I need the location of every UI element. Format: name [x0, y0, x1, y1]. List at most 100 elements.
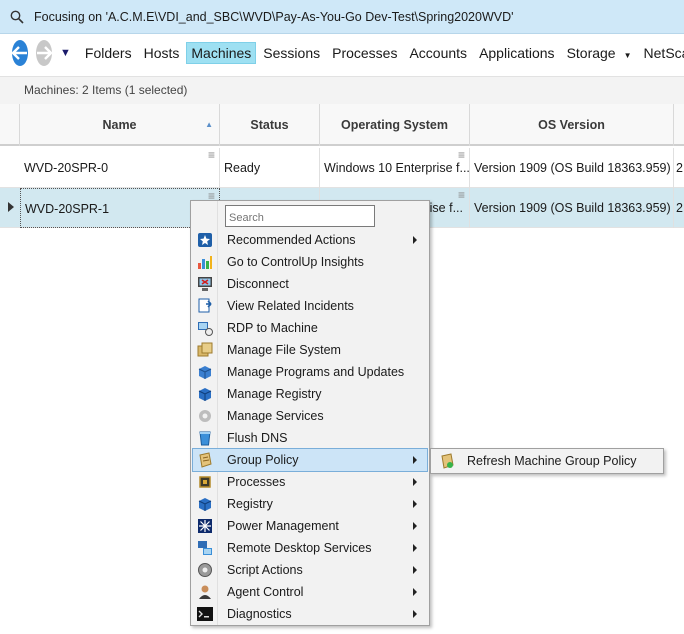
menu-item-insights[interactable]: Go to ControlUp Insights	[193, 251, 427, 273]
power-management-icon	[198, 519, 212, 533]
cell-name-text: WVD-20SPR-0	[24, 161, 109, 175]
focus-path: Focusing on 'A.C.M.E\VDI_and_SBC\WVD\Pay…	[34, 9, 514, 24]
tab-netscaler[interactable]: NetScal	[640, 43, 684, 63]
menu-item-disconnect[interactable]: Disconnect	[193, 273, 427, 295]
cell-name-text: WVD-20SPR-1	[25, 202, 110, 216]
submenu-arrow-icon	[413, 236, 417, 244]
submenu-arrow-icon	[413, 566, 417, 574]
submenu-arrow-icon	[413, 456, 417, 464]
menu-item-agent-control[interactable]: Agent Control	[193, 581, 427, 603]
menu-item-label: Agent Control	[227, 585, 304, 599]
cell-os-version: Version 1909 (OS Build 18363.959)	[470, 188, 674, 228]
menu-item-label: View Related Incidents	[227, 299, 354, 313]
menu-item-processes[interactable]: Processes	[193, 471, 427, 493]
menu-item-label: Manage Registry	[227, 387, 322, 401]
recommended-actions-icon	[198, 233, 212, 247]
menu-item-recommended-actions[interactable]: Recommended Actions	[193, 229, 427, 251]
nav-toolbar: ▼ Folders Hosts Machines Sessions Proces…	[0, 36, 684, 70]
column-header-more[interactable]	[674, 104, 684, 146]
menu-item-file-system[interactable]: Manage File System	[193, 339, 427, 361]
tab-sessions[interactable]: Sessions	[259, 43, 324, 63]
diagnostics-icon	[197, 607, 213, 621]
menu-search-input[interactable]	[225, 205, 375, 227]
arrow-right-icon	[37, 46, 52, 60]
menu-item-label: RDP to Machine	[227, 321, 318, 335]
incidents-icon	[198, 298, 212, 313]
search-icon[interactable]	[10, 10, 24, 24]
cell-os-version: Version 1909 (OS Build 18363.959)	[470, 148, 674, 188]
menu-item-programs[interactable]: Manage Programs and Updates	[193, 361, 427, 383]
menu-item-group-policy[interactable]: Group Policy	[192, 448, 428, 472]
refresh-group-policy-icon	[441, 453, 454, 469]
menu-item-diagnostics[interactable]: Diagnostics	[193, 603, 427, 625]
menu-item-label: Power Management	[227, 519, 339, 533]
menu-item-remote-desktop[interactable]: Remote Desktop Services	[193, 537, 427, 559]
cell-extra: 2	[676, 161, 683, 175]
registry-icon	[198, 388, 212, 401]
agent-control-icon	[199, 585, 211, 599]
group-policy-submenu: Refresh Machine Group Policy	[430, 448, 664, 474]
menu-item-label: Recommended Actions	[227, 233, 356, 247]
submenu-arrow-icon	[413, 544, 417, 552]
menu-item-services[interactable]: Manage Services	[193, 405, 427, 427]
group-policy-icon	[199, 452, 212, 468]
cell-os: Windows 10 Enterprise f... ≡	[320, 148, 470, 188]
script-actions-icon	[198, 563, 212, 577]
remote-desktop-icon	[198, 541, 212, 555]
tab-applications[interactable]: Applications	[475, 43, 559, 63]
cell-menu-icon[interactable]: ≡	[458, 148, 465, 175]
menu-item-label: Registry	[227, 497, 273, 511]
menu-item-rdp[interactable]: RDP to Machine	[193, 317, 427, 339]
column-header-os-version[interactable]: OS Version	[470, 104, 674, 146]
submenu-arrow-icon	[413, 522, 417, 530]
programs-icon	[198, 366, 212, 379]
cell-menu-icon[interactable]: ≡	[458, 188, 465, 215]
menu-item-label: Manage Programs and Updates	[227, 365, 405, 379]
menu-item-label: Script Actions	[227, 563, 303, 577]
caret-down-icon: ▼	[623, 51, 632, 60]
menu-item-label: Flush DNS	[227, 431, 288, 445]
menu-item-label: Remote Desktop Services	[227, 541, 372, 555]
menu-item-label: Go to ControlUp Insights	[227, 255, 364, 269]
column-header-status[interactable]: Status	[220, 104, 320, 146]
table-row[interactable]: WVD-20SPR-0 ≡ Ready Windows 10 Enterpris…	[0, 148, 684, 188]
menu-item-label: Diagnostics	[227, 607, 292, 621]
tab-machines[interactable]: Machines	[186, 42, 257, 64]
header-indicator-cell	[0, 104, 20, 146]
column-header-os[interactable]: Operating System	[320, 104, 470, 146]
submenu-item-refresh-group-policy[interactable]: Refresh Machine Group Policy	[467, 454, 637, 468]
tab-hosts[interactable]: Hosts	[140, 43, 184, 63]
column-header-name[interactable]: Name ▲	[20, 104, 220, 146]
submenu-arrow-icon	[413, 610, 417, 618]
arrow-left-icon	[12, 46, 27, 60]
history-dropdown-icon[interactable]: ▼	[60, 47, 71, 59]
menu-item-label: Manage File System	[227, 343, 341, 357]
tab-storage-label: Storage	[566, 45, 616, 61]
tab-processes[interactable]: Processes	[328, 43, 401, 63]
tab-storage[interactable]: Storage ▼	[563, 43, 636, 63]
processes-icon	[199, 476, 211, 488]
context-menu: Recommended Actions Go to ControlUp Insi…	[190, 200, 430, 626]
menu-item-registry[interactable]: Registry	[193, 493, 427, 515]
back-button[interactable]	[12, 40, 28, 66]
column-header-label: Name	[102, 118, 137, 132]
sort-ascending-icon: ▲	[205, 120, 213, 129]
forward-button[interactable]	[36, 40, 52, 66]
cell-menu-icon[interactable]: ≡	[208, 148, 215, 175]
menu-item-incidents[interactable]: View Related Incidents	[193, 295, 427, 317]
menu-item-manage-registry[interactable]: Manage Registry	[193, 383, 427, 405]
tab-folders[interactable]: Folders	[81, 43, 136, 63]
menu-item-flush-dns[interactable]: Flush DNS	[193, 427, 427, 449]
grid-header: Name ▲ Status Operating System OS Versio…	[0, 104, 684, 146]
cell-status: Ready	[220, 148, 320, 188]
grid-summary: Machines: 2 Items (1 selected)	[0, 76, 684, 104]
file-system-icon	[197, 342, 213, 357]
menu-item-script-actions[interactable]: Script Actions	[193, 559, 427, 581]
focus-bar: Focusing on 'A.C.M.E\VDI_and_SBC\WVD\Pay…	[0, 0, 684, 34]
services-icon	[199, 410, 211, 422]
flush-dns-icon	[199, 431, 211, 446]
tab-accounts[interactable]: Accounts	[405, 43, 471, 63]
submenu-arrow-icon	[413, 500, 417, 508]
menu-item-power-management[interactable]: Power Management	[193, 515, 427, 537]
cell-os-text: Windows 10 Enterprise f...	[324, 161, 470, 175]
